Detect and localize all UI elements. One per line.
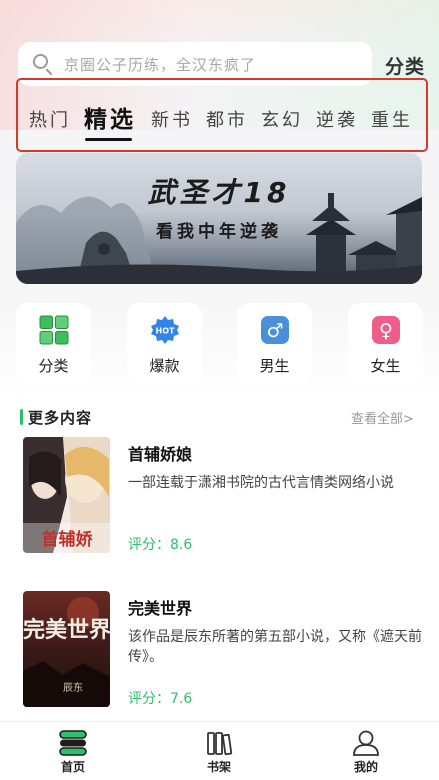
quick-entry-category[interactable]: 分类 bbox=[16, 303, 91, 383]
tab-comeback[interactable]: 逆袭 bbox=[316, 106, 358, 132]
quick-entry-hot[interactable]: HOT 爆款 bbox=[127, 303, 202, 383]
quick-entry-female[interactable]: ♀ 女生 bbox=[348, 303, 423, 383]
book-description: 一部连载于潇湘书院的古代言情类网络小说 bbox=[128, 475, 394, 491]
female-symbol: ♀ bbox=[379, 320, 393, 342]
tab-fantasy[interactable]: 玄幻 bbox=[261, 106, 303, 132]
nav-profile[interactable]: 我的 bbox=[336, 730, 396, 778]
search-icon bbox=[32, 53, 54, 76]
category-tabs: 热门 精选 新书 都市 玄幻 逆袭 重生 bbox=[16, 78, 428, 152]
male-symbol: ♂ bbox=[266, 320, 283, 342]
book-title: 首辅娇娘 bbox=[128, 445, 193, 464]
bottom-nav: 首页 书架 我的 bbox=[0, 721, 439, 780]
view-all-link[interactable]: 查看全部> bbox=[351, 408, 414, 427]
hot-badge-icon: HOT bbox=[150, 315, 180, 345]
quick-entry-label: 爆款 bbox=[149, 357, 180, 375]
female-icon: ♀ bbox=[371, 315, 401, 345]
quick-entry-label: 女生 bbox=[370, 357, 401, 375]
nav-label: 首页 bbox=[60, 760, 85, 774]
cover-author-text: 辰东 bbox=[63, 681, 83, 694]
cover-title-text: 完美世界 bbox=[23, 617, 110, 643]
tab-featured[interactable]: 精选 bbox=[84, 100, 136, 141]
banner-subtitle: 看我中年逆袭 bbox=[156, 222, 282, 242]
quick-entry-label: 男生 bbox=[259, 357, 290, 375]
book-cover: 首辅娇 bbox=[23, 437, 110, 553]
grid-icon bbox=[39, 315, 69, 345]
bookshelf-icon bbox=[205, 730, 233, 756]
nav-home[interactable]: 首页 bbox=[43, 730, 103, 778]
nav-bookshelf[interactable]: 书架 bbox=[189, 730, 249, 778]
home-icon bbox=[59, 730, 87, 756]
tab-rebirth[interactable]: 重生 bbox=[371, 106, 413, 132]
quick-entry-male[interactable]: ♂ 男生 bbox=[237, 303, 312, 383]
search-placeholder: 京圈公子历练，全汉东疯了 bbox=[64, 55, 257, 74]
user-icon bbox=[352, 730, 380, 756]
male-icon: ♂ bbox=[260, 315, 290, 345]
book-title: 完美世界 bbox=[128, 599, 193, 618]
book-score: 评分：8.6 bbox=[128, 537, 193, 553]
tab-new[interactable]: 新书 bbox=[151, 106, 193, 132]
nav-label: 书架 bbox=[206, 760, 231, 774]
quick-entry-label: 分类 bbox=[38, 357, 69, 375]
category-link[interactable]: 分类 bbox=[385, 52, 425, 79]
banner-title: 武圣才18 bbox=[147, 176, 291, 209]
book-score: 评分：7.6 bbox=[128, 691, 193, 707]
book-cover: 完美世界 辰东 bbox=[23, 591, 110, 707]
featured-banner[interactable]: 武圣才18 看我中年逆袭 bbox=[16, 153, 422, 284]
book-description: 该作品是辰东所著的第五部小说，又称《遮天前传》。 bbox=[128, 629, 422, 665]
tab-urban[interactable]: 都市 bbox=[206, 106, 248, 132]
nav-label: 我的 bbox=[353, 760, 378, 774]
section-accent-bar bbox=[20, 409, 23, 425]
section-title: 更多内容 bbox=[28, 409, 93, 427]
cover-title-text: 首辅娇 bbox=[42, 529, 94, 550]
hot-badge-text: HOT bbox=[156, 327, 175, 336]
tab-hot[interactable]: 热门 bbox=[29, 106, 71, 132]
book-item[interactable]: 首辅娇 首辅娇娘 一部连载于潇湘书院的古代言情类网络小说 评分：8.6 bbox=[0, 437, 439, 577]
book-item[interactable]: 完美世界 辰东 完美世界 该作品是辰东所著的第五部小说，又称《遮天前传》。 评分… bbox=[0, 591, 439, 731]
